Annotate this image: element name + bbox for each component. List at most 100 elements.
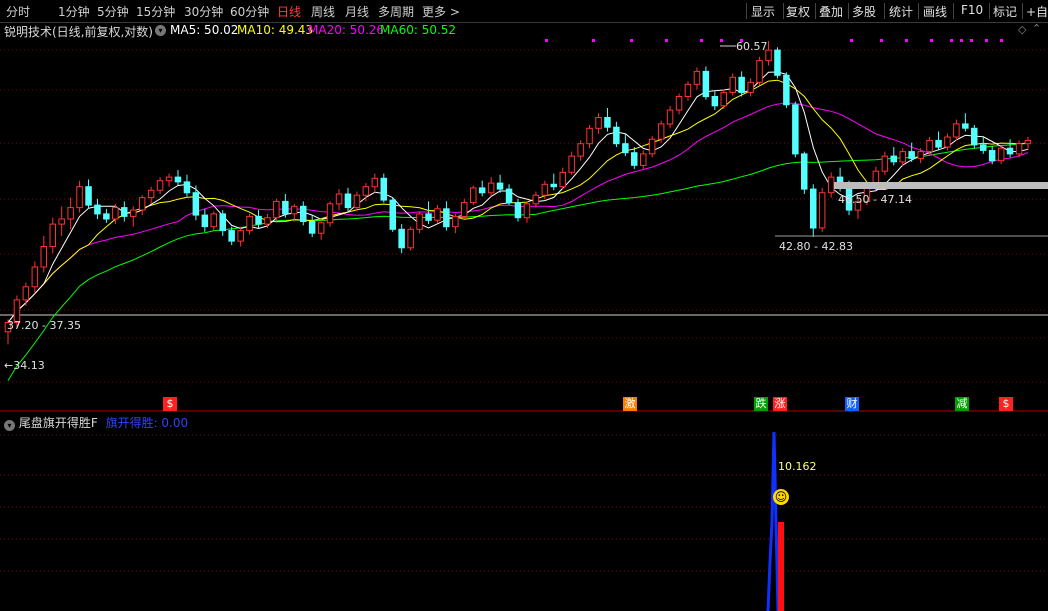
period-tab-30min[interactable]: 30分钟 [184, 3, 223, 20]
candle-body [1015, 143, 1023, 155]
candle-body [1024, 139, 1032, 145]
candle-body [85, 186, 92, 206]
candle-body [237, 230, 244, 242]
chevron-down-icon[interactable]: ▾ [155, 25, 166, 36]
candle-body [827, 176, 835, 194]
period-tab-5min[interactable]: 5分钟 [97, 3, 129, 20]
toolbar-divider [815, 3, 816, 19]
toolbar-divider [953, 3, 954, 19]
display-button[interactable]: 显示 [751, 3, 775, 20]
candle-body [523, 203, 531, 219]
signal-dot [960, 39, 963, 42]
candle-body [997, 147, 1005, 162]
low-price-value: 34.13 [13, 359, 45, 372]
candle-body [801, 153, 808, 190]
candle-body [640, 153, 647, 166]
candle-body [308, 221, 316, 234]
candle-body [201, 214, 209, 228]
period-tab-15min[interactable]: 15分钟 [136, 3, 175, 20]
candle-body [1006, 147, 1014, 155]
ma5-label: MA5: 50.02 [170, 23, 239, 37]
candle-body [657, 123, 665, 140]
signal-dot [630, 39, 633, 42]
period-tab-multi[interactable]: 多周期 [378, 3, 414, 20]
candle-body [416, 213, 423, 230]
candle-body [810, 188, 817, 229]
range-label: 46.50 - 47.14 [838, 193, 912, 206]
multi-stock-button[interactable]: 多股 [852, 3, 876, 20]
candle-body [219, 213, 226, 232]
candle-body [264, 217, 271, 225]
candle-body [210, 213, 217, 228]
indicator-bar [778, 522, 784, 611]
candle-body [935, 139, 942, 148]
period-tab-1min[interactable]: 1分钟 [58, 3, 90, 20]
period-tab-more[interactable]: 更多 > [422, 3, 460, 20]
candle-body [58, 218, 65, 225]
candle-body [192, 192, 200, 216]
candle-body [684, 83, 692, 97]
period-tab-daily[interactable]: 日线 [277, 3, 301, 20]
candle-body [335, 193, 343, 205]
candle-body [908, 151, 915, 159]
mark-button[interactable]: 标记 [993, 3, 1017, 20]
candle-body [774, 49, 781, 76]
range-label: 37.20 - 37.35 [7, 319, 81, 332]
candle-body [613, 126, 620, 145]
signal-dot [700, 39, 703, 42]
signal-dot [880, 39, 883, 42]
candle-body [604, 117, 611, 128]
ma10-label: MA10: 49.43 [237, 23, 314, 37]
candle-body [112, 207, 119, 220]
diamond-icon[interactable]: ◇ [1018, 23, 1026, 36]
candle-body [40, 246, 47, 268]
candle-body [550, 183, 557, 188]
signal-badge: 财 [845, 397, 859, 411]
candle-body [344, 193, 352, 209]
main-indicator-header: 锐明技术 (日线,前复权,对数) ▾ MA5: 50.02 MA10: 49.4… [0, 22, 1048, 39]
ma60-label: MA60: 50.52 [380, 23, 457, 37]
candle-body [541, 183, 549, 196]
candle-body [693, 70, 701, 85]
period-tab-timeshare[interactable]: 分时 [6, 3, 30, 20]
f10-button[interactable]: F10 [961, 3, 983, 17]
candle-body [747, 81, 754, 93]
candle-body [702, 70, 710, 98]
candle-body [183, 181, 191, 194]
moving-average-lines [7, 71, 1029, 381]
signal-dots [545, 39, 1003, 42]
candle-body [756, 60, 763, 83]
signal-dot [850, 39, 853, 42]
candle-body [317, 222, 325, 234]
statistics-button[interactable]: 统计 [889, 3, 913, 20]
period-tab-60min[interactable]: 60分钟 [230, 3, 269, 20]
overlay-button[interactable]: 叠加 [819, 3, 843, 20]
period-tab-monthly[interactable]: 月线 [345, 3, 369, 20]
low-price-label: ←34.13 [4, 359, 45, 372]
candle-body [94, 204, 101, 215]
candle-body [353, 194, 361, 209]
candle-body [300, 205, 307, 223]
candle-body [711, 96, 719, 107]
candle-body [425, 213, 432, 221]
candle-body [926, 139, 933, 153]
toolbar-divider [884, 3, 885, 19]
candle-body [246, 215, 253, 232]
signal-badge: 减 [955, 397, 969, 411]
candle-body [917, 151, 924, 159]
candle-body [818, 192, 826, 229]
candle-body [720, 91, 727, 107]
signal-dot [985, 39, 988, 42]
candle-body [228, 230, 235, 242]
candle-body [631, 152, 638, 166]
adjust-button[interactable]: 复权 [786, 3, 810, 20]
candle-body [121, 207, 128, 217]
candle-body [675, 96, 683, 111]
draw-line-button[interactable]: 画线 [923, 3, 947, 20]
collapse-icon[interactable]: ⌃ [1032, 22, 1041, 35]
price-annotations [720, 45, 1048, 237]
period-tab-weekly[interactable]: 周线 [311, 3, 335, 20]
add-favorite-button[interactable]: +自选 [1026, 3, 1048, 20]
candle-body [174, 176, 182, 183]
candle-body [514, 202, 522, 219]
